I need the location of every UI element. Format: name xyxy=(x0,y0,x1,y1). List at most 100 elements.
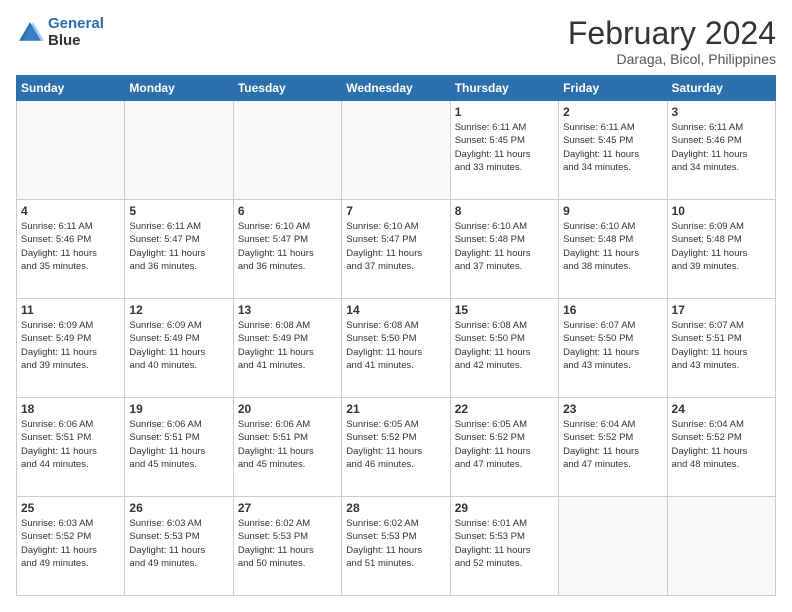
day-info: Sunrise: 6:04 AM Sunset: 5:52 PM Dayligh… xyxy=(672,418,771,471)
col-tuesday: Tuesday xyxy=(233,76,341,101)
day-number: 12 xyxy=(129,303,228,317)
day-info: Sunrise: 6:07 AM Sunset: 5:51 PM Dayligh… xyxy=(672,319,771,372)
day-info: Sunrise: 6:10 AM Sunset: 5:47 PM Dayligh… xyxy=(346,220,445,273)
calendar-header-row: Sunday Monday Tuesday Wednesday Thursday… xyxy=(17,76,776,101)
day-number: 25 xyxy=(21,501,120,515)
day-number: 18 xyxy=(21,402,120,416)
calendar-cell xyxy=(342,101,450,200)
calendar-cell: 26Sunrise: 6:03 AM Sunset: 5:53 PM Dayli… xyxy=(125,497,233,596)
calendar-cell: 23 Sunrise: 6:04 AM Sunset: 5:52 PM Dayli… xyxy=(559,398,667,497)
day-info: Sunrise: 6:11 AM Sunset: 5:46 PM Dayligh… xyxy=(672,121,771,174)
calendar-cell: 25 Sunrise: 6:03 AM Sunset: 5:52 PM Dayli… xyxy=(17,497,125,596)
day-number: 17 xyxy=(672,303,771,317)
day-info: Sunrise: 6:10 AM Sunset: 5:47 PM Dayligh… xyxy=(238,220,337,273)
calendar-cell: 24 Sunrise: 6:04 AM Sunset: 5:52 PM Dayli… xyxy=(667,398,775,497)
day-info: Sunrise: 6:08 AM Sunset: 5:49 PM Dayligh… xyxy=(238,319,337,372)
col-thursday: Thursday xyxy=(450,76,558,101)
calendar-cell: 11 Sunrise: 6:09 AM Sunset: 5:49 PM Dayli… xyxy=(17,299,125,398)
day-info: Sunrise: 6:10 AM Sunset: 5:48 PM Dayligh… xyxy=(563,220,662,273)
calendar-cell: 3Sunrise: 6:11 AM Sunset: 5:46 PM Daylig… xyxy=(667,101,775,200)
calendar-cell: 28 Sunrise: 6:02 AM Sunset: 5:53 PM Dayli… xyxy=(342,497,450,596)
col-sunday: Sunday xyxy=(17,76,125,101)
day-info: Sunrise: 6:11 AM Sunset: 5:45 PM Dayligh… xyxy=(455,121,554,174)
day-number: 28 xyxy=(346,501,445,515)
col-saturday: Saturday xyxy=(667,76,775,101)
day-number: 20 xyxy=(238,402,337,416)
day-number: 13 xyxy=(238,303,337,317)
day-number: 23 xyxy=(563,402,662,416)
day-info: Sunrise: 6:11 AM Sunset: 5:46 PM Dayligh… xyxy=(21,220,120,273)
day-number: 9 xyxy=(563,204,662,218)
day-number: 10 xyxy=(672,204,771,218)
day-info: Sunrise: 6:02 AM Sunset: 5:53 PM Dayligh… xyxy=(238,517,337,570)
logo-icon xyxy=(16,19,44,47)
day-number: 24 xyxy=(672,402,771,416)
logo-general: General xyxy=(48,15,104,32)
day-info: Sunrise: 6:11 AM Sunset: 5:47 PM Dayligh… xyxy=(129,220,228,273)
day-info: Sunrise: 6:08 AM Sunset: 5:50 PM Dayligh… xyxy=(455,319,554,372)
col-wednesday: Wednesday xyxy=(342,76,450,101)
calendar-cell: 5 Sunrise: 6:11 AM Sunset: 5:47 PM Daylig… xyxy=(125,200,233,299)
day-info: Sunrise: 6:09 AM Sunset: 5:49 PM Dayligh… xyxy=(129,319,228,372)
title-section: February 2024 Daraga, Bicol, Philippines xyxy=(568,16,776,67)
day-info: Sunrise: 6:10 AM Sunset: 5:48 PM Dayligh… xyxy=(455,220,554,273)
subtitle: Daraga, Bicol, Philippines xyxy=(568,51,776,67)
calendar-cell: 2 Sunrise: 6:11 AM Sunset: 5:45 PM Daylig… xyxy=(559,101,667,200)
day-number: 11 xyxy=(21,303,120,317)
calendar-cell: 18Sunrise: 6:06 AM Sunset: 5:51 PM Dayli… xyxy=(17,398,125,497)
page: General Blue February 2024 Daraga, Bicol… xyxy=(0,0,792,612)
day-info: Sunrise: 6:03 AM Sunset: 5:52 PM Dayligh… xyxy=(21,517,120,570)
day-info: Sunrise: 6:11 AM Sunset: 5:45 PM Dayligh… xyxy=(563,121,662,174)
day-number: 15 xyxy=(455,303,554,317)
day-number: 2 xyxy=(563,105,662,119)
logo-blue: Blue xyxy=(48,32,81,49)
calendar-cell: 13 Sunrise: 6:08 AM Sunset: 5:49 PM Dayli… xyxy=(233,299,341,398)
day-info: Sunrise: 6:05 AM Sunset: 5:52 PM Dayligh… xyxy=(455,418,554,471)
day-info: Sunrise: 6:08 AM Sunset: 5:50 PM Dayligh… xyxy=(346,319,445,372)
col-monday: Monday xyxy=(125,76,233,101)
day-info: Sunrise: 6:01 AM Sunset: 5:53 PM Dayligh… xyxy=(455,517,554,570)
calendar-cell xyxy=(559,497,667,596)
logo: General Blue xyxy=(16,16,104,49)
calendar-table: Sunday Monday Tuesday Wednesday Thursday… xyxy=(16,75,776,596)
day-info: Sunrise: 6:03 AM Sunset: 5:53 PM Dayligh… xyxy=(129,517,228,570)
calendar-cell: 16 Sunrise: 6:07 AM Sunset: 5:50 PM Dayli… xyxy=(559,299,667,398)
day-number: 21 xyxy=(346,402,445,416)
day-number: 16 xyxy=(563,303,662,317)
calendar-week-2: 11 Sunrise: 6:09 AM Sunset: 5:49 PM Dayli… xyxy=(17,299,776,398)
day-info: Sunrise: 6:02 AM Sunset: 5:53 PM Dayligh… xyxy=(346,517,445,570)
day-number: 14 xyxy=(346,303,445,317)
calendar-cell: 15 Sunrise: 6:08 AM Sunset: 5:50 PM Dayli… xyxy=(450,299,558,398)
day-number: 7 xyxy=(346,204,445,218)
calendar-week-3: 18 Sunrise: 6:06 AM Sunset: 5:51 PM Dayli… xyxy=(17,398,776,497)
day-info: Sunrise: 6:05 AM Sunset: 5:52 PM Dayligh… xyxy=(346,418,445,471)
calendar-cell: 1 Sunrise: 6:11 AM Sunset: 5:45 PM Daylig… xyxy=(450,101,558,200)
day-info: Sunrise: 6:06 AM Sunset: 5:51 PM Dayligh… xyxy=(129,418,228,471)
calendar-cell: 27Sunrise: 6:02 AM Sunset: 5:53 PM Dayli… xyxy=(233,497,341,596)
calendar-cell: 4 Sunrise: 6:11 AM Sunset: 5:46 PM Daylig… xyxy=(17,200,125,299)
col-friday: Friday xyxy=(559,76,667,101)
calendar-cell: 12 Sunrise: 6:09 AM Sunset: 5:49 PM Dayli… xyxy=(125,299,233,398)
calendar-week-4: 25 Sunrise: 6:03 AM Sunset: 5:52 PM Dayli… xyxy=(17,497,776,596)
day-number: 4 xyxy=(21,204,120,218)
calendar-cell xyxy=(667,497,775,596)
day-info: Sunrise: 6:07 AM Sunset: 5:50 PM Dayligh… xyxy=(563,319,662,372)
calendar-cell: 19 Sunrise: 6:06 AM Sunset: 5:51 PM Dayli… xyxy=(125,398,233,497)
day-number: 5 xyxy=(129,204,228,218)
calendar-cell: 20Sunrise: 6:06 AM Sunset: 5:51 PM Dayli… xyxy=(233,398,341,497)
main-title: February 2024 xyxy=(568,16,776,51)
day-info: Sunrise: 6:09 AM Sunset: 5:49 PM Dayligh… xyxy=(21,319,120,372)
day-number: 6 xyxy=(238,204,337,218)
day-info: Sunrise: 6:04 AM Sunset: 5:52 PM Dayligh… xyxy=(563,418,662,471)
calendar-cell: 17 Sunrise: 6:07 AM Sunset: 5:51 PM Dayli… xyxy=(667,299,775,398)
calendar-cell: 14 Sunrise: 6:08 AM Sunset: 5:50 PM Dayli… xyxy=(342,299,450,398)
day-info: Sunrise: 6:09 AM Sunset: 5:48 PM Dayligh… xyxy=(672,220,771,273)
day-number: 19 xyxy=(129,402,228,416)
day-number: 8 xyxy=(455,204,554,218)
calendar-cell xyxy=(17,101,125,200)
day-number: 1 xyxy=(455,105,554,119)
calendar-cell: 6 Sunrise: 6:10 AM Sunset: 5:47 PM Daylig… xyxy=(233,200,341,299)
calendar-week-1: 4 Sunrise: 6:11 AM Sunset: 5:46 PM Daylig… xyxy=(17,200,776,299)
calendar-cell xyxy=(125,101,233,200)
calendar-week-0: 1 Sunrise: 6:11 AM Sunset: 5:45 PM Daylig… xyxy=(17,101,776,200)
